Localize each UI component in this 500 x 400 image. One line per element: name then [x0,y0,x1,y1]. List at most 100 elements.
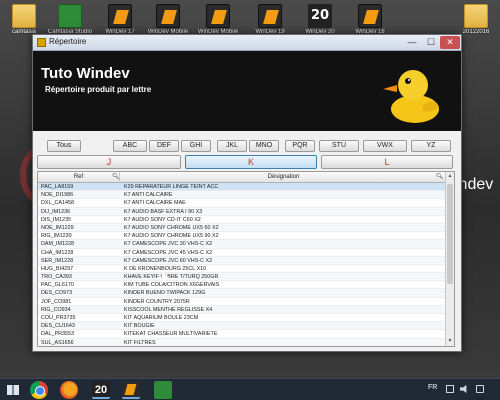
folder-icon [12,4,36,28]
filter-button-abc[interactable]: ABC [113,140,147,152]
cell-designation: K7 CAMESCOPE JVC 60 VHS-C X2 [124,257,213,264]
column-header-ref[interactable]: Ref [38,172,120,183]
table-row[interactable]: DES_CO973 KINDER BUENO TWIPACK 129G [38,289,446,298]
volume-icon[interactable] [460,385,467,393]
cell-designation: KISSCOOL MENTHE REGLISSE X4 [124,306,213,313]
cell-designation: KITEKAT CHASSEUR MULTIVARIETE [124,331,218,338]
duck-mascot-icon [383,70,439,123]
camtasia-taskbar-icon[interactable] [154,381,172,399]
filter-button-vwx[interactable]: VWX [363,140,407,152]
cell-ref: SUL_AS1656 [41,339,74,346]
letter-button-k[interactable]: K [185,155,317,169]
scroll-up-icon[interactable]: ▲ [446,172,454,181]
app-icon [37,38,46,47]
cell-designation: K7 AUDIO BASF EXTRA I 90 X3 [124,208,203,215]
cell-ref: DIS_IM1235 [41,216,71,223]
close-button[interactable]: ✕ [440,36,460,49]
windev-mobile-icon [156,4,180,28]
cell-ref: TRO_CA393 [41,274,72,281]
filter-button-yz[interactable]: YZ [411,140,451,152]
table-row[interactable]: RIG_CO934 KISSCOOL MENTHE REGLISSE X4 [38,305,446,314]
network-icon[interactable] [446,385,454,393]
firefox-icon[interactable] [60,381,78,399]
product-table: Ref 🔍︎ Désignation 🔍︎ PAC_LA8159 K29 REPA… [37,171,455,347]
cell-ref: DIJ_IM1236 [41,208,71,215]
app-subtitle: Répertoire produit par lettre [45,85,152,94]
table-row[interactable]: TRO_CA393 KHAVE KEYIF VABRE T/TURQ 250GR [38,273,446,282]
column-header-designation[interactable]: Désignation [121,172,446,183]
cell-designation: KIT BOUGIE [124,323,155,330]
filter-button-tous[interactable]: Tous [47,140,81,152]
scroll-down-icon[interactable]: ▼ [446,337,454,346]
app-banner: Tuto Windev Répertoire produit par lettr… [33,51,461,131]
filter-button-mno[interactable]: MNO [249,140,279,152]
table-row[interactable]: DIS_IM1235 K7 AUDIO SONY CD-IT C60 X2 [38,216,446,224]
cell-ref: HUG_BI4297 [41,265,74,272]
table-row[interactable]: DAM_IM1228 K7 CAMESCOPE JVC 30 VHS-C X2 [38,240,446,249]
table-row[interactable]: DXL_CA1458 K7 ANTI CALCAIRE MAE [38,199,446,208]
windev-20-taskbar-icon[interactable]: 20 [92,381,110,399]
cell-ref: CHA_IM1228 [41,249,74,256]
table-row[interactable]: SUL_AS1656 KIT FILTRES [38,338,446,346]
filter-button-jkl[interactable]: JKL [217,140,247,152]
window-title: Répertoire [49,37,87,46]
table-row[interactable]: RIG_IM1230 K7 AUDIO SONY CHROME UX5 90 X2 [38,232,446,241]
cell-ref: DXL_CA1458 [41,200,74,207]
notification-icon[interactable] [476,385,484,393]
table-row[interactable]: DAL_PR3553 KITEKAT CHASSEUR MULTIVARIETE [38,330,446,339]
repertoire-window: Répertoire — ☐ ✕ Tuto Windev Répertoire … [32,34,462,352]
filter-button-stu[interactable]: STU [319,140,359,152]
cell-designation: KIT FILTRES [124,339,156,346]
cell-designation: KHAVE KEYIF VABRE T/TURQ 250GR [124,274,219,281]
language-indicator[interactable]: FR [428,384,437,391]
windev-mobile-2-icon [206,4,230,28]
table-row[interactable]: SER_IM1228 K7 CAMESCOPE JVC 60 VHS-C X2 [38,256,446,265]
cell-designation: KIT AQUARIUM BOULE 23CM [124,315,199,321]
cell-ref: DAM_IM1228 [41,241,74,248]
table-row[interactable]: NOE_DI1986 K7 ANTI CALCAIRE [38,191,446,200]
minimize-button[interactable]: — [403,36,421,49]
window-titlebar[interactable]: Répertoire — ☐ ✕ [33,35,461,51]
filter-button-ghi[interactable]: GHI [181,140,211,152]
cell-ref: RIG_IM1230 [41,233,72,240]
table-row[interactable]: CHA_IM1228 K7 CAMESCOPE JVC 45 VHS-C X2 [38,249,446,257]
table-row[interactable]: NOE_IM1229 K7 AUDIO SONY CHROME UX5 60 X2 [38,223,446,233]
windev-17-icon [108,4,132,28]
scrollbar-thumb[interactable] [447,184,453,284]
cell-ref: NOE_IM1229 [41,224,74,231]
search-icon[interactable]: 🔍︎ [436,173,444,180]
desktop-icon-date-folder[interactable]: 20122016 [456,2,496,42]
maximize-button[interactable]: ☐ [422,36,440,49]
cell-ref: PAC_LA8159 [41,184,74,190]
cell-designation: K7 ANTI CALCAIRE MAE [124,200,186,207]
table-row[interactable]: JOF_CO981 KINDER COUNTRY 2075R [38,298,446,306]
table-row[interactable]: PAC_GL6170 KIM TUBE COLA/CITRON X6GERVAIS [38,281,446,290]
windev-20-icon: 20 [308,4,332,28]
cell-designation: K7 CAMESCOPE JVC 30 VHS-C X2 [124,241,213,248]
cell-designation: K7 AUDIO SONY CD-IT C60 X2 [124,216,201,223]
table-header: Ref 🔍︎ Désignation 🔍︎ [38,172,446,183]
chrome-icon[interactable] [30,381,48,399]
table-row[interactable]: COU_PR3735 KIT AQUARIUM BOULE 23CM [38,314,446,323]
cell-ref: DAL_PR3553 [41,331,74,338]
letter-button-j[interactable]: J [37,155,181,169]
camtasia-app-icon [58,4,82,28]
cell-ref: PAC_GL6170 [41,282,74,289]
taskbar: 20 FR [0,378,500,400]
table-row[interactable]: DES_CU1643 KIT BOUGIE [38,322,446,331]
filter-button-def[interactable]: DEF [149,140,179,152]
search-icon[interactable]: 🔍︎ [112,173,120,180]
vertical-scrollbar[interactable]: ▲ ▼ [445,172,454,346]
cell-ref: JOF_CO981 [41,298,72,305]
filter-button-pqr[interactable]: PQR [285,140,315,152]
cell-ref: DES_CO973 [41,290,73,297]
windows-start-icon[interactable] [4,381,22,399]
letter-button-l[interactable]: L [321,155,453,169]
cell-designation: K7 AUDIO SONY CHROME UX5 60 X2 [124,224,219,231]
cell-designation: K7 ANTI CALCAIRE [124,192,173,199]
windev-taskbar-icon[interactable] [122,381,140,399]
table-row[interactable]: PAC_LA8159 K29 REPARATEUR LINGE TEINT ACC [38,183,446,192]
table-row[interactable]: DIJ_IM1236 K7 AUDIO BASF EXTRA I 90 X3 [38,207,446,216]
table-row[interactable]: HUG_BI4297 K DE KRONENBOURG 25CL X10 [38,265,446,274]
windev-18-icon [358,4,382,28]
